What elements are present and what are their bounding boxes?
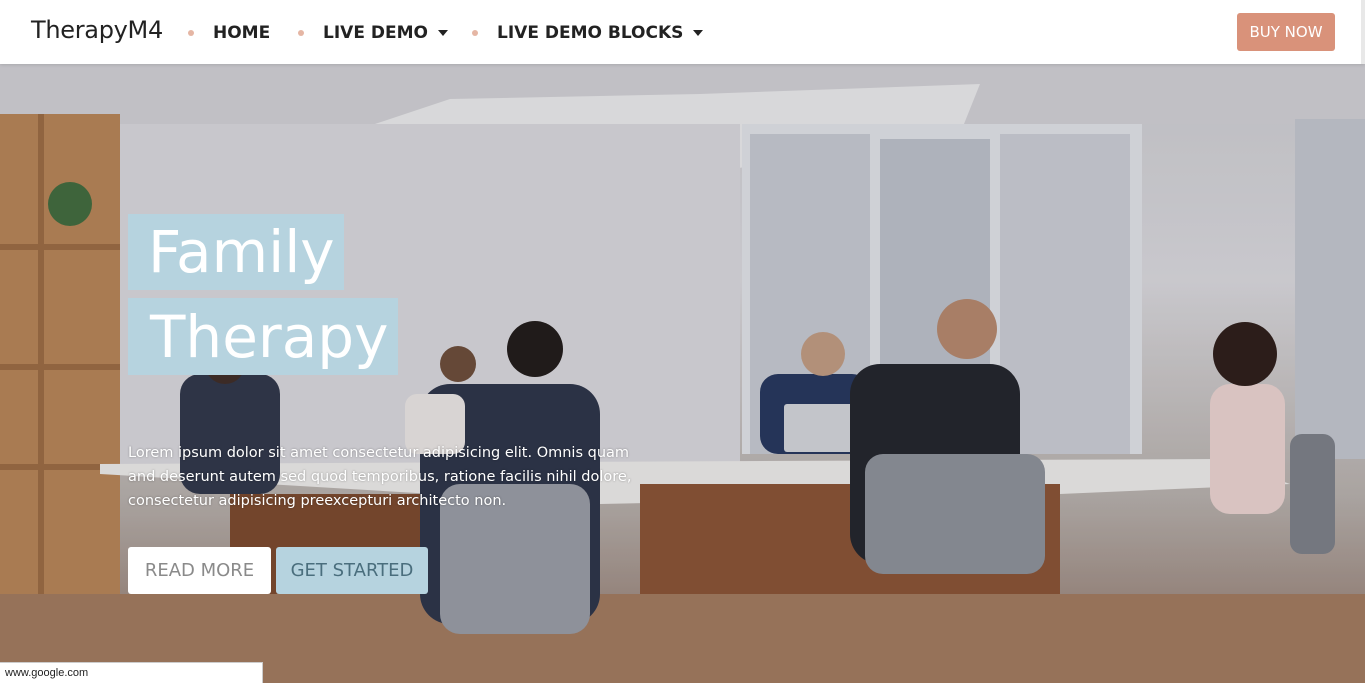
nav-item-label: HOME	[213, 23, 271, 43]
nav-item-home[interactable]: HOME	[188, 22, 270, 44]
buy-now-button[interactable]: BUY NOW	[1237, 13, 1335, 51]
nav-item-live-demo-blocks[interactable]: LIVE DEMO BLOCKS	[472, 22, 704, 44]
nav-item-live-demo[interactable]: LIVE DEMO	[298, 22, 448, 44]
hero-section: Family Therapy Lorem ipsum dolor sit ame…	[0, 64, 1365, 683]
brand-logo[interactable]: TherapyM4	[31, 16, 163, 44]
hero-title-line-2: Therapy	[128, 298, 398, 375]
nav-bullet-icon	[298, 30, 304, 36]
chevron-down-icon	[693, 30, 704, 36]
hero-description: Lorem ipsum dolor sit amet consectetur a…	[128, 445, 632, 509]
top-navbar: TherapyM4 HOME LIVE DEMO LIVE DEMO BLOCK…	[0, 0, 1365, 64]
get-started-button[interactable]: GET STARTED	[276, 547, 428, 594]
nav-item-label: LIVE DEMO BLOCKS	[497, 23, 684, 43]
read-more-button[interactable]: READ MORE	[128, 547, 271, 594]
hero-title-line-1: Family	[128, 214, 344, 290]
nav-bullet-icon	[472, 30, 478, 36]
chevron-down-icon	[437, 30, 448, 36]
nav-bullet-icon	[188, 30, 194, 36]
status-bar-url: www.google.com	[0, 662, 263, 683]
scrollbar[interactable]	[1361, 0, 1365, 64]
nav-item-label: LIVE DEMO	[323, 23, 428, 43]
